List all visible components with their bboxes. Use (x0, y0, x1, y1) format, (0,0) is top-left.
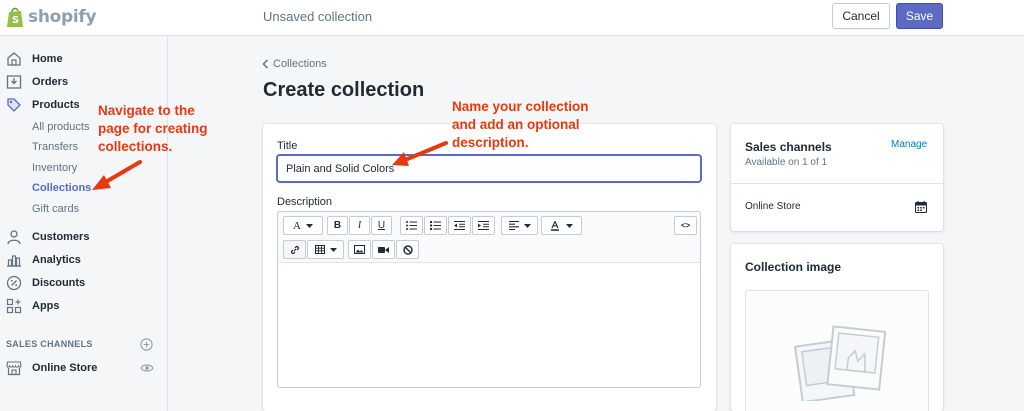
sidebar-item-orders[interactable]: Orders (6, 73, 68, 91)
outdent-icon (454, 221, 465, 230)
shopify-logo[interactable]: S shopify (6, 6, 97, 28)
save-button[interactable]: Save (896, 3, 943, 29)
insert-link-button[interactable] (283, 240, 306, 259)
tag-icon (7, 98, 21, 112)
font-label: A (293, 219, 301, 232)
title-label: Title (277, 140, 298, 152)
bold-button[interactable]: B (327, 216, 348, 235)
outdent-button[interactable] (448, 216, 471, 235)
sales-channels-card: Sales channels Available on 1 of 1 Manag… (731, 124, 943, 231)
home-icon (7, 52, 21, 66)
sidebar-subitem-inventory[interactable]: Inventory (32, 162, 77, 174)
sidebar-item-label: Apps (32, 300, 60, 312)
sidebar-item-apps[interactable]: Apps (6, 297, 60, 315)
indent-button[interactable] (472, 216, 495, 235)
collection-details-card: Title Description A B I U (263, 124, 716, 411)
html-source-button[interactable]: <> (674, 216, 697, 235)
channel-online-store: Online Store (745, 201, 801, 212)
insert-image-button[interactable] (348, 240, 371, 259)
caret-down-icon (566, 223, 573, 228)
insert-video-button[interactable] (372, 240, 395, 259)
annotation-navigate: Navigate to the page for creating collec… (98, 103, 208, 154)
caret-down-icon (523, 223, 531, 228)
description-label: Description (277, 196, 333, 208)
image-dropzone[interactable] (745, 290, 929, 411)
align-left-icon (508, 221, 519, 230)
description-editor[interactable]: A B I U <> (277, 211, 701, 388)
numbered-list-icon (430, 221, 441, 230)
orders-icon (6, 75, 22, 89)
calendar-icon[interactable] (915, 201, 927, 213)
sales-channels-heading: SALES CHANNELS (6, 339, 93, 349)
video-camera-icon (378, 246, 389, 253)
sidebar-subitem-gift-cards[interactable]: Gift cards (32, 203, 79, 215)
store-icon (6, 361, 22, 376)
text-color-icon (551, 220, 559, 231)
clear-formatting-icon (402, 244, 413, 255)
text-color-dropdown[interactable] (541, 216, 582, 235)
collection-image-card: Collection image (731, 244, 943, 411)
indent-icon (478, 221, 489, 230)
bar-chart-icon (7, 255, 21, 267)
sales-channels-availability: Available on 1 of 1 (745, 157, 828, 168)
caret-down-icon (305, 223, 313, 228)
font-dropdown[interactable]: A (283, 216, 323, 235)
caret-down-icon (329, 247, 337, 252)
add-channel-icon[interactable] (140, 338, 153, 351)
breadcrumb-label: Collections (273, 58, 327, 70)
sidebar-item-label: Analytics (32, 254, 81, 266)
sidebar-item-label: Orders (32, 76, 69, 88)
sidebar-subitem-collections[interactable]: Collections (32, 182, 91, 194)
sidebar-item-home[interactable]: Home (6, 50, 63, 68)
link-icon (290, 245, 299, 254)
bulleted-list-button[interactable] (400, 216, 423, 235)
sidebar: Home Orders Products All products Transf… (0, 36, 168, 411)
sidebar-item-label: Discounts (32, 277, 86, 289)
table-dropdown[interactable] (307, 240, 344, 259)
align-dropdown[interactable] (501, 216, 538, 235)
image-icon (354, 245, 365, 254)
cancel-button[interactable]: Cancel (832, 3, 890, 29)
person-icon (7, 230, 21, 245)
image-placeholder-icon (793, 325, 887, 401)
sidebar-item-products[interactable]: Products (6, 96, 80, 114)
page-status-title: Unsaved collection (263, 9, 373, 24)
sidebar-item-customers[interactable]: Customers (6, 228, 89, 246)
manage-link[interactable]: Manage (891, 139, 927, 150)
shopping-bag-icon: S (7, 7, 23, 27)
sidebar-subitem-transfers[interactable]: Transfers (32, 141, 78, 153)
top-bar: S shopify Unsaved collection Cancel Save (0, 0, 1024, 36)
editor-toolbar: A B I U <> (278, 212, 700, 263)
logo-text: shopify (28, 7, 97, 27)
numbered-list-button[interactable] (424, 216, 447, 235)
sidebar-subitem-all-products[interactable]: All products (32, 121, 89, 133)
bulleted-list-icon (406, 221, 417, 230)
sidebar-item-label: Online Store (32, 362, 98, 374)
sidebar-item-discounts[interactable]: Discounts (6, 274, 85, 292)
sidebar-item-label: Products (32, 99, 80, 111)
table-icon (314, 245, 325, 254)
annotation-name-collection: Name your collection and add an optional… (452, 99, 589, 150)
sales-channels-title: Sales channels (745, 140, 832, 154)
collection-image-title: Collection image (745, 260, 842, 274)
chevron-left-icon (262, 59, 269, 69)
sidebar-item-label: Customers (32, 231, 90, 243)
italic-button[interactable]: I (349, 216, 370, 235)
discount-icon (6, 275, 22, 291)
breadcrumb[interactable]: Collections (262, 58, 327, 70)
apps-icon (6, 298, 22, 314)
sidebar-item-label: Home (32, 53, 63, 65)
title-input[interactable] (277, 155, 701, 182)
eye-icon[interactable] (140, 363, 154, 373)
divider (731, 183, 943, 184)
underline-button[interactable]: U (371, 216, 392, 235)
clear-formatting-button[interactable] (396, 240, 419, 259)
page-title: Create collection (263, 79, 425, 101)
sidebar-item-analytics[interactable]: Analytics (6, 251, 81, 269)
svg-text:S: S (12, 15, 19, 26)
sidebar-item-online-store[interactable]: Online Store (6, 359, 97, 377)
